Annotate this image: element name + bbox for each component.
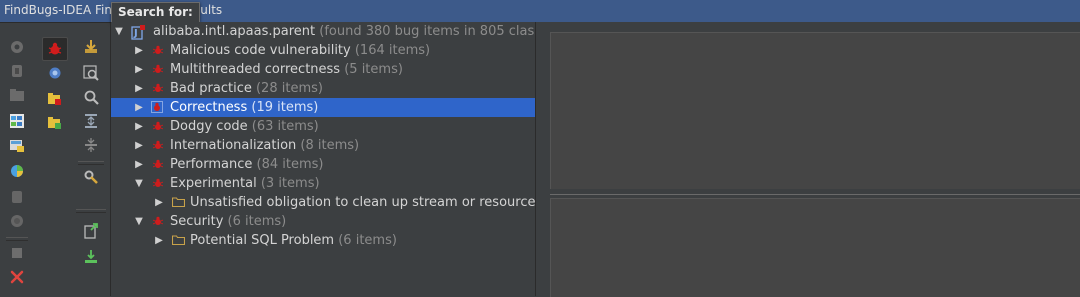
tree-item-category[interactable]: ▼ Experimental (3 items): [111, 174, 535, 193]
bug-icon: [153, 140, 163, 149]
item-count: (19 items): [251, 100, 319, 115]
search-for-popup[interactable]: Search for:: [111, 2, 200, 23]
toolbar-separator: [76, 209, 106, 213]
bug-type-label: Potential SQL Problem: [190, 233, 335, 248]
svg-text:J: J: [133, 28, 138, 39]
bug-icon: [153, 45, 163, 54]
export-icon[interactable]: [83, 223, 99, 239]
root-summary: (found 380 bug items in 805 classe: [319, 24, 535, 39]
collapsed-arrow-icon[interactable]: ▶: [134, 117, 144, 136]
item-count: (5 items): [344, 62, 403, 77]
category-label: Multithreaded correctness: [170, 62, 341, 77]
bug-icon: [153, 121, 163, 130]
item-count: (63 items): [251, 119, 319, 134]
tree-item-category[interactable]: ▶ Malicious code vulnerability (164 item…: [111, 41, 535, 60]
settings-icon[interactable]: [83, 169, 99, 185]
analyze-module-icon[interactable]: [9, 63, 25, 79]
bug-tree[interactable]: ▼ J alibaba.intl.apaas.parent (found 380…: [111, 22, 535, 296]
bug-icon: [153, 64, 163, 73]
import-icon[interactable]: [83, 39, 99, 55]
toolbar-separator: [6, 237, 28, 241]
toolbar-actions: [0, 23, 34, 296]
expanded-arrow-icon[interactable]: ▼: [114, 22, 124, 41]
close-icon[interactable]: [9, 269, 25, 285]
info-icon[interactable]: [47, 65, 63, 81]
item-count: (3 items): [260, 176, 320, 191]
search-in-results-icon[interactable]: [83, 65, 99, 81]
group-by-package-icon[interactable]: [47, 115, 63, 131]
tree-item-category[interactable]: ▶ Internationalization (8 items): [111, 136, 535, 155]
collapsed-arrow-icon[interactable]: ▶: [134, 79, 144, 98]
category-label: Security: [170, 214, 224, 229]
item-count: (84 items): [256, 157, 324, 172]
collapsed-arrow-icon[interactable]: ▶: [154, 193, 164, 212]
bug-icon: [151, 101, 163, 113]
save-icon[interactable]: [83, 249, 99, 265]
tree-item-category[interactable]: ▶ Bad practice (28 items): [111, 79, 535, 98]
bug-filter-toggle[interactable]: [42, 37, 68, 61]
stop-icon[interactable]: [9, 245, 25, 261]
tree-item-category[interactable]: ▶ Performance (84 items): [111, 155, 535, 174]
source-preview-panel: [550, 198, 1080, 297]
analyze-changelist-icon[interactable]: [9, 137, 25, 153]
details-pane: [536, 22, 1080, 297]
item-count: (6 items): [227, 214, 287, 229]
root-label: alibaba.intl.apaas.parent: [153, 24, 316, 39]
collapsed-arrow-icon[interactable]: ▶: [134, 41, 144, 60]
collapsed-arrow-icon[interactable]: ▶: [134, 98, 144, 117]
tree-item-category[interactable]: ▶ Multithreaded correctness (5 items): [111, 60, 535, 79]
item-count: (6 items): [338, 233, 397, 248]
bug-icon: [153, 216, 163, 225]
folder-icon: [172, 235, 185, 245]
folder-icon: [172, 197, 185, 207]
expand-all-icon[interactable]: [83, 113, 99, 129]
bug-icon: [153, 159, 163, 168]
analyze-scope-icon[interactable]: [9, 113, 25, 129]
analyze-module-deps-icon[interactable]: [9, 163, 25, 179]
item-count: (8 items): [300, 138, 360, 153]
item-count: (28 items): [255, 81, 323, 96]
category-label: Performance: [170, 157, 253, 172]
cancel-icon[interactable]: [9, 213, 25, 229]
analyze-project-icon[interactable]: [9, 39, 25, 55]
bug-icon: [153, 178, 163, 187]
category-label: Internationalization: [170, 138, 297, 153]
analyze-package-icon[interactable]: [9, 87, 25, 103]
tree-root[interactable]: ▼ J alibaba.intl.apaas.parent (found 380…: [111, 22, 535, 41]
bug-filter-icon: [48, 42, 62, 55]
expanded-arrow-icon[interactable]: ▼: [134, 174, 144, 193]
toolbar-separator: [78, 161, 104, 165]
collapse-all-icon[interactable]: [83, 137, 99, 153]
item-count: (164 items): [354, 43, 431, 58]
rerun-icon[interactable]: [9, 189, 25, 205]
bug-type-label: Unsatisfied obligation to clean up strea…: [190, 195, 535, 210]
window-title: FindBugs-IDEA Find: [4, 3, 120, 17]
toolbar-view: [72, 23, 111, 296]
expanded-arrow-icon[interactable]: ▼: [134, 212, 144, 231]
zoom-icon[interactable]: [83, 89, 99, 105]
tree-item-category-selected[interactable]: ▶ Correctness (19 items): [111, 98, 535, 117]
tree-item-bug-type[interactable]: ▶ Unsatisfied obligation to clean up str…: [111, 193, 535, 212]
category-label: Experimental: [170, 176, 257, 191]
horizontal-splitter[interactable]: [550, 194, 1080, 195]
category-label: Correctness: [170, 100, 248, 115]
tree-item-category[interactable]: ▼ Security (6 items): [111, 212, 535, 231]
collapsed-arrow-icon[interactable]: ▶: [134, 136, 144, 155]
category-label: Bad practice: [170, 81, 252, 96]
category-label: Malicious code vulnerability: [170, 43, 351, 58]
tree-item-category[interactable]: ▶ Dodgy code (63 items): [111, 117, 535, 136]
module-icon: J: [131, 25, 145, 40]
toolbar-filters: [38, 23, 70, 296]
group-by-category-icon[interactable]: [47, 91, 63, 107]
collapsed-arrow-icon[interactable]: ▶: [154, 231, 164, 250]
tree-item-bug-type[interactable]: ▶ Potential SQL Problem (6 items): [111, 231, 535, 250]
collapsed-arrow-icon[interactable]: ▶: [134, 155, 144, 174]
bug-details-panel: [550, 32, 1080, 189]
collapsed-arrow-icon[interactable]: ▶: [134, 60, 144, 79]
bug-icon: [153, 83, 163, 92]
category-label: Dodgy code: [170, 119, 248, 134]
